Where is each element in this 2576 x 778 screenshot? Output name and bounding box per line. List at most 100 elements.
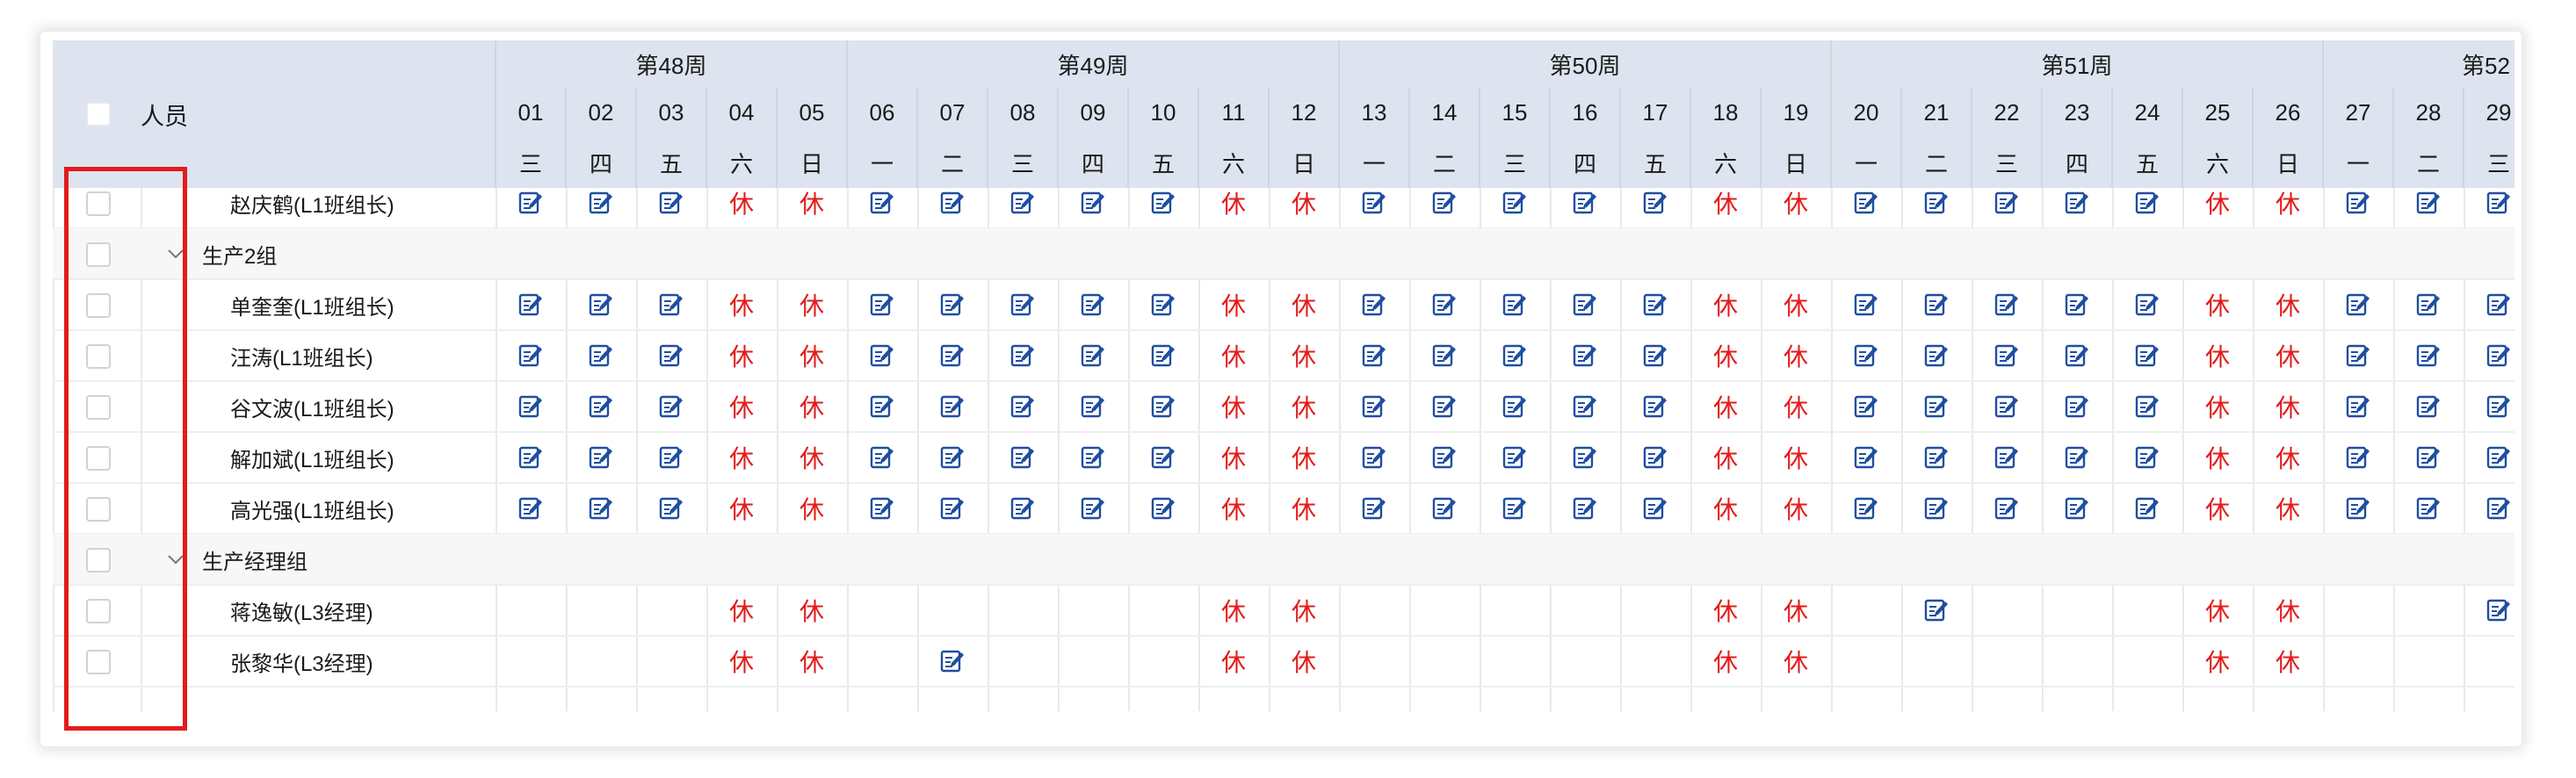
edit-icon[interactable] — [869, 190, 895, 216]
edit-icon[interactable] — [1150, 393, 1176, 420]
edit-icon[interactable] — [1150, 444, 1176, 471]
edit-icon[interactable] — [517, 342, 544, 369]
edit-icon[interactable] — [2345, 342, 2371, 369]
edit-icon[interactable] — [2415, 342, 2442, 369]
edit-icon[interactable] — [517, 495, 544, 522]
edit-icon[interactable] — [2486, 342, 2512, 369]
edit-icon[interactable] — [1994, 292, 2020, 318]
rest-day-mark[interactable]: 休 — [1286, 389, 1321, 424]
rest-day-mark[interactable]: 休 — [1778, 389, 1813, 424]
edit-icon[interactable] — [1501, 495, 1528, 522]
rest-day-mark[interactable]: 休 — [2200, 491, 2235, 526]
edit-icon[interactable] — [2134, 190, 2160, 216]
edit-icon[interactable] — [2134, 444, 2160, 471]
edit-icon[interactable] — [869, 393, 895, 420]
edit-icon[interactable] — [939, 393, 966, 420]
edit-icon[interactable] — [2064, 444, 2090, 471]
edit-icon[interactable] — [588, 292, 614, 318]
edit-icon[interactable] — [869, 495, 895, 522]
edit-icon[interactable] — [1572, 190, 1598, 216]
rest-day-mark[interactable]: 休 — [2270, 491, 2305, 526]
rest-day-mark[interactable]: 休 — [1216, 389, 1251, 424]
edit-icon[interactable] — [939, 648, 966, 674]
edit-icon[interactable] — [1572, 444, 1598, 471]
edit-icon[interactable] — [1431, 292, 1458, 318]
edit-icon[interactable] — [1431, 393, 1458, 420]
edit-icon[interactable] — [1431, 495, 1458, 522]
edit-icon[interactable] — [2064, 393, 2090, 420]
edit-icon[interactable] — [869, 342, 895, 369]
edit-icon[interactable] — [1923, 444, 1950, 471]
edit-icon[interactable] — [1080, 342, 1106, 369]
edit-icon[interactable] — [1853, 444, 1879, 471]
rest-day-mark[interactable]: 休 — [2270, 185, 2305, 220]
edit-icon[interactable] — [1501, 190, 1528, 216]
edit-icon[interactable] — [869, 292, 895, 318]
edit-icon[interactable] — [2134, 393, 2160, 420]
edit-icon[interactable] — [588, 342, 614, 369]
edit-icon[interactable] — [1572, 393, 1598, 420]
edit-icon[interactable] — [1923, 190, 1950, 216]
edit-icon[interactable] — [2415, 495, 2442, 522]
edit-icon[interactable] — [1923, 597, 1950, 623]
rest-day-mark[interactable]: 休 — [1286, 338, 1321, 373]
rest-day-mark[interactable]: 休 — [2200, 389, 2235, 424]
edit-icon[interactable] — [2486, 393, 2512, 420]
edit-icon[interactable] — [939, 190, 966, 216]
edit-icon[interactable] — [1923, 342, 1950, 369]
edit-icon[interactable] — [1080, 393, 1106, 420]
rest-day-mark[interactable]: 休 — [1708, 338, 1743, 373]
rest-day-mark[interactable]: 休 — [1708, 593, 1743, 628]
rest-day-mark[interactable]: 休 — [1778, 287, 1813, 322]
edit-icon[interactable] — [1642, 342, 1668, 369]
edit-icon[interactable] — [2345, 444, 2371, 471]
rest-day-mark[interactable]: 休 — [1216, 644, 1251, 679]
edit-icon[interactable] — [1923, 495, 1950, 522]
edit-icon[interactable] — [2064, 342, 2090, 369]
edit-icon[interactable] — [2134, 342, 2160, 369]
edit-icon[interactable] — [1572, 342, 1598, 369]
edit-icon[interactable] — [2415, 393, 2442, 420]
edit-icon[interactable] — [1150, 292, 1176, 318]
rest-day-mark[interactable]: 休 — [1708, 491, 1743, 526]
rest-day-mark[interactable]: 休 — [2270, 287, 2305, 322]
edit-icon[interactable] — [2345, 190, 2371, 216]
rest-day-mark[interactable]: 休 — [1286, 185, 1321, 220]
rest-day-mark[interactable]: 休 — [2270, 389, 2305, 424]
rest-day-mark[interactable]: 休 — [1708, 389, 1743, 424]
rest-day-mark[interactable]: 休 — [724, 491, 759, 526]
edit-icon[interactable] — [1923, 393, 1950, 420]
rest-day-mark[interactable]: 休 — [1778, 491, 1813, 526]
edit-icon[interactable] — [1080, 444, 1106, 471]
edit-icon[interactable] — [588, 444, 614, 471]
rest-day-mark[interactable]: 休 — [2200, 593, 2235, 628]
edit-icon[interactable] — [1642, 292, 1668, 318]
rest-day-mark[interactable]: 休 — [794, 644, 829, 679]
rest-day-mark[interactable]: 休 — [2200, 338, 2235, 373]
edit-icon[interactable] — [1642, 393, 1668, 420]
edit-icon[interactable] — [2415, 444, 2442, 471]
edit-icon[interactable] — [588, 393, 614, 420]
rest-day-mark[interactable]: 休 — [1216, 287, 1251, 322]
edit-icon[interactable] — [658, 444, 684, 471]
edit-icon[interactable] — [1361, 444, 1387, 471]
rest-day-mark[interactable]: 休 — [724, 389, 759, 424]
rest-day-mark[interactable]: 休 — [794, 491, 829, 526]
edit-icon[interactable] — [939, 444, 966, 471]
rest-day-mark[interactable]: 休 — [1778, 338, 1813, 373]
edit-icon[interactable] — [658, 190, 684, 216]
edit-icon[interactable] — [939, 495, 966, 522]
edit-icon[interactable] — [1431, 190, 1458, 216]
rest-day-mark[interactable]: 休 — [794, 389, 829, 424]
edit-icon[interactable] — [1009, 444, 1036, 471]
edit-icon[interactable] — [2064, 292, 2090, 318]
rest-day-mark[interactable]: 休 — [1216, 491, 1251, 526]
edit-icon[interactable] — [2486, 444, 2512, 471]
edit-icon[interactable] — [588, 495, 614, 522]
edit-icon[interactable] — [939, 292, 966, 318]
rest-day-mark[interactable]: 休 — [724, 185, 759, 220]
edit-icon[interactable] — [1009, 495, 1036, 522]
rest-day-mark[interactable]: 休 — [724, 440, 759, 475]
edit-icon[interactable] — [658, 393, 684, 420]
edit-icon[interactable] — [1994, 444, 2020, 471]
